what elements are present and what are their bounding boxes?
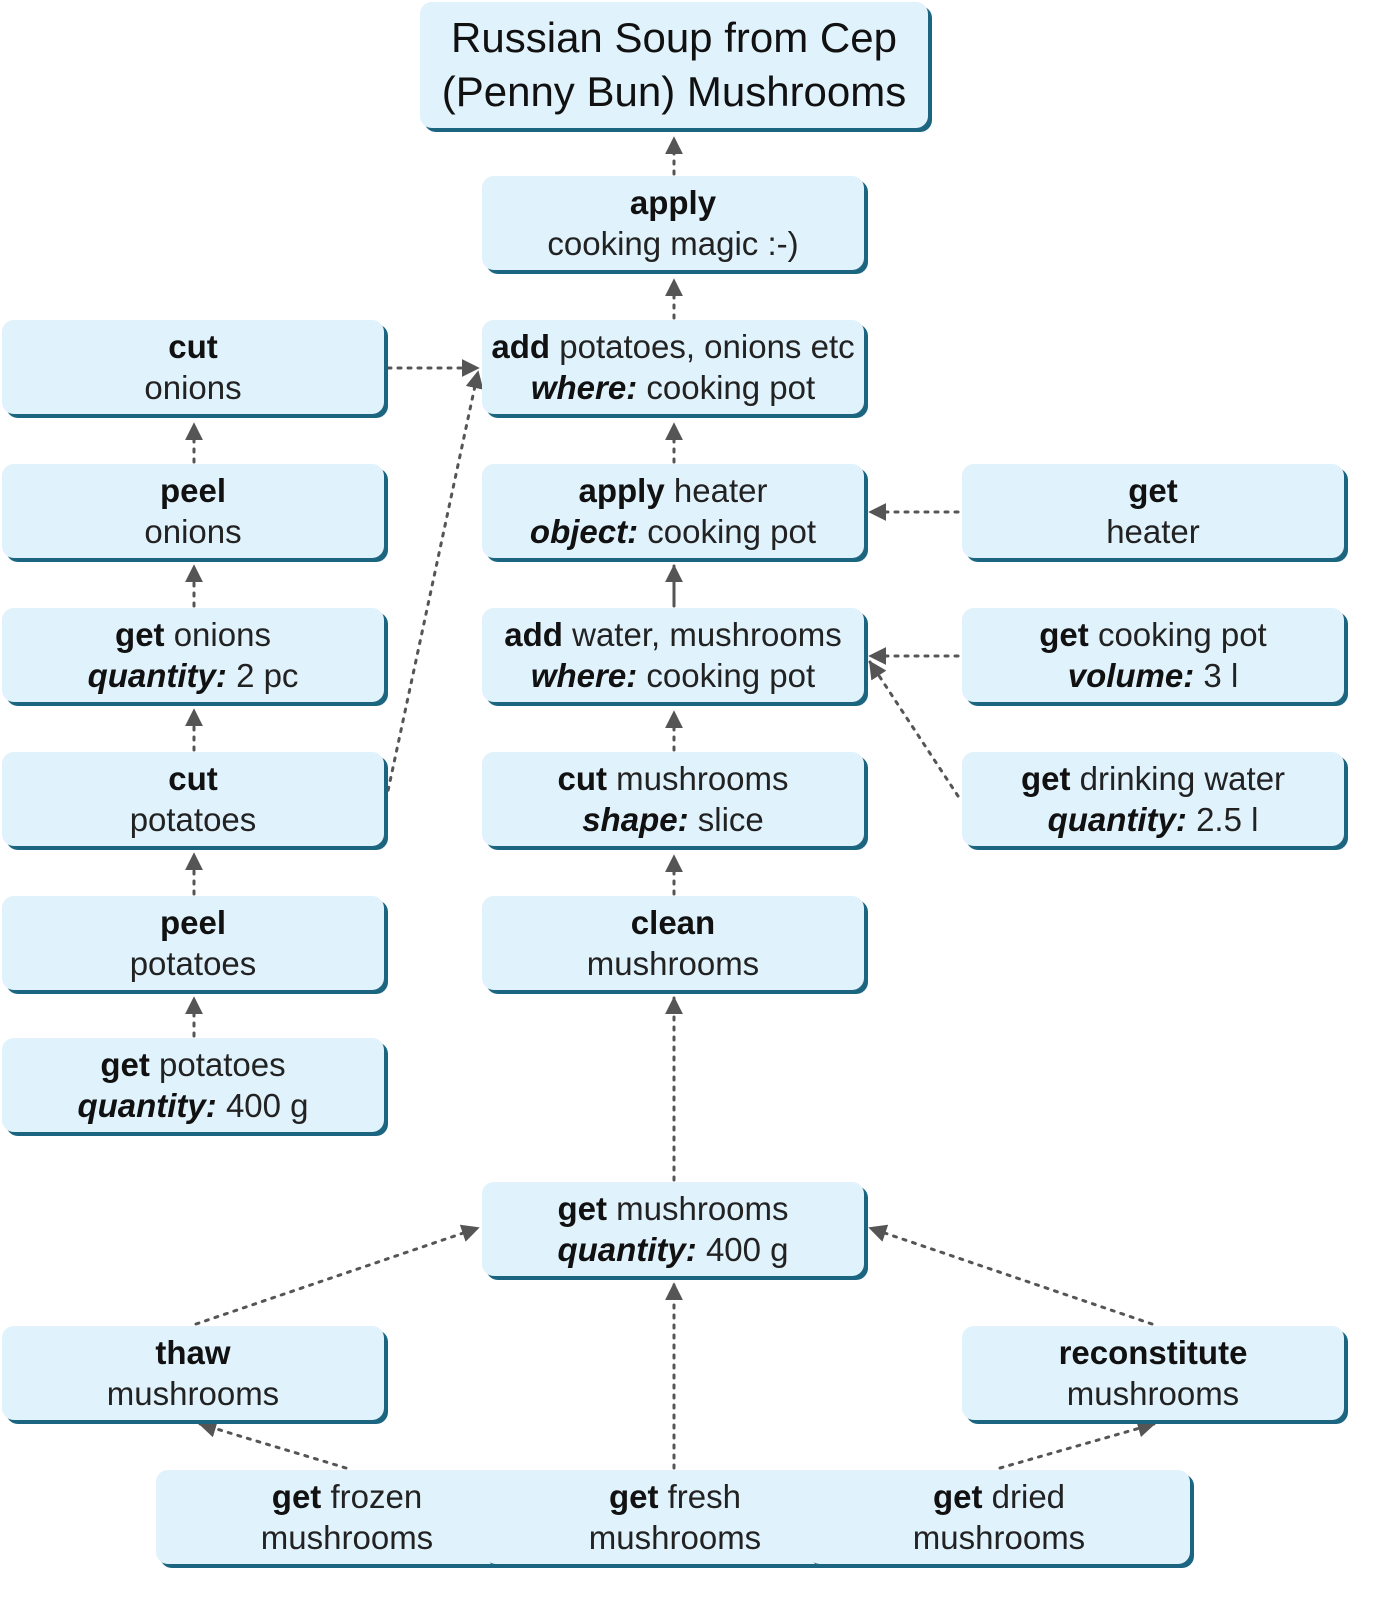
node-thaw[interactable]: thaw mushrooms bbox=[2, 1326, 384, 1420]
object: onions bbox=[144, 513, 242, 550]
object: water, mushrooms bbox=[572, 616, 842, 653]
verb: apply bbox=[629, 184, 717, 221]
node-peel-potatoes[interactable]: peel potatoes bbox=[2, 896, 384, 990]
node-get-dried[interactable]: get dried mushrooms bbox=[808, 1470, 1190, 1564]
object: mushrooms bbox=[616, 1190, 789, 1227]
node-add-potatoes[interactable]: add potatoes, onions etc where: cooking … bbox=[482, 320, 864, 414]
param-value: cooking pot bbox=[646, 657, 816, 694]
node-clean-mushrooms[interactable]: clean mushrooms bbox=[482, 896, 864, 990]
param-key: volume: bbox=[1067, 657, 1195, 694]
verb: add bbox=[504, 616, 563, 653]
node-add-water[interactable]: add water, mushrooms where: cooking pot bbox=[482, 608, 864, 702]
object: mushrooms bbox=[1066, 1375, 1240, 1412]
title-node: Russian Soup from Cep (Penny Bun) Mushro… bbox=[420, 2, 928, 128]
object: potatoes bbox=[159, 1046, 286, 1083]
param-key: quantity: bbox=[1047, 801, 1187, 838]
verb: get bbox=[608, 1478, 659, 1515]
object: cooking pot bbox=[1097, 616, 1267, 653]
param-value: slice bbox=[697, 801, 764, 838]
node-cut-onions[interactable]: cut onions bbox=[2, 320, 384, 414]
node-get-onions[interactable]: get onions quantity: 2 pc bbox=[2, 608, 384, 702]
param-key: shape: bbox=[582, 801, 689, 838]
edge-getwater-water bbox=[868, 660, 960, 798]
param-key: object: bbox=[529, 513, 639, 550]
node-reconstitute[interactable]: reconstitute mushrooms bbox=[962, 1326, 1344, 1420]
param-key: where: bbox=[530, 369, 638, 406]
object: potatoes bbox=[129, 801, 257, 838]
param-value: 3 l bbox=[1203, 657, 1239, 694]
object: cooking magic :-) bbox=[547, 225, 799, 262]
verb: peel bbox=[159, 472, 227, 509]
object-line2: mushrooms bbox=[912, 1519, 1086, 1556]
node-get-potatoes[interactable]: get potatoes quantity: 400 g bbox=[2, 1038, 384, 1132]
param-key: quantity: bbox=[77, 1087, 217, 1124]
object: drinking water bbox=[1079, 760, 1286, 797]
node-get-mushrooms[interactable]: get mushrooms quantity: 400 g bbox=[482, 1182, 864, 1276]
verb: thaw bbox=[155, 1334, 231, 1371]
object: potatoes, onions etc bbox=[559, 328, 855, 365]
verb: peel bbox=[159, 904, 227, 941]
title-line2: (Penny Bun) Mushrooms bbox=[441, 68, 907, 115]
verb: reconstitute bbox=[1058, 1334, 1248, 1371]
object: heater bbox=[1106, 513, 1200, 550]
object: potatoes bbox=[129, 945, 257, 982]
node-cut-potatoes[interactable]: cut potatoes bbox=[2, 752, 384, 846]
object: mushrooms bbox=[586, 945, 760, 982]
param-value: cooking pot bbox=[647, 513, 817, 550]
object: mushrooms bbox=[106, 1375, 280, 1412]
node-get-heater[interactable]: get heater bbox=[962, 464, 1344, 558]
verb: clean bbox=[630, 904, 716, 941]
object: fresh bbox=[667, 1478, 742, 1515]
node-get-pot[interactable]: get cooking pot volume: 3 l bbox=[962, 608, 1344, 702]
edge-thaw-getm bbox=[194, 1224, 480, 1326]
verb: get bbox=[271, 1478, 322, 1515]
param-value: 2 pc bbox=[236, 657, 299, 694]
edge-frozen-thaw bbox=[198, 1420, 348, 1470]
verb: get bbox=[932, 1478, 983, 1515]
param-value: cooking pot bbox=[646, 369, 816, 406]
verb: apply bbox=[578, 472, 665, 509]
verb: cut bbox=[168, 328, 218, 365]
edge-recon-getm bbox=[868, 1224, 1154, 1326]
edge-dried-recon bbox=[998, 1419, 1156, 1470]
object: onions bbox=[173, 616, 271, 653]
object-line2: mushrooms bbox=[588, 1519, 762, 1556]
verb: add bbox=[491, 328, 551, 365]
object: mushrooms bbox=[616, 760, 789, 797]
verb: get bbox=[1020, 760, 1071, 797]
edge-cutp-add bbox=[384, 370, 484, 802]
title-line1: Russian Soup from Cep bbox=[451, 14, 897, 61]
verb: get bbox=[100, 1046, 150, 1083]
object: dried bbox=[991, 1478, 1066, 1515]
node-get-water[interactable]: get drinking water quantity: 2.5 l bbox=[962, 752, 1344, 846]
param-value: 400 g bbox=[705, 1231, 789, 1268]
verb: get bbox=[115, 616, 165, 653]
verb: cut bbox=[168, 760, 218, 797]
param-key: quantity: bbox=[557, 1231, 697, 1268]
object: onions bbox=[144, 369, 242, 406]
object-line2: mushrooms bbox=[260, 1519, 434, 1556]
param-value: 2.5 l bbox=[1196, 801, 1259, 838]
verb: cut bbox=[557, 760, 607, 797]
param-value: 400 g bbox=[225, 1087, 309, 1124]
param-key: where: bbox=[530, 657, 638, 694]
node-cut-mushrooms[interactable]: cut mushrooms shape: slice bbox=[482, 752, 864, 846]
param-key: quantity: bbox=[87, 657, 227, 694]
node-peel-onions[interactable]: peel onions bbox=[2, 464, 384, 558]
verb: get bbox=[1128, 472, 1178, 509]
verb: get bbox=[557, 1190, 607, 1227]
node-apply-heater[interactable]: apply heater object: cooking pot bbox=[482, 464, 864, 558]
object: frozen bbox=[330, 1478, 423, 1515]
verb: get bbox=[1039, 616, 1089, 653]
node-apply-magic[interactable]: apply cooking magic :-) bbox=[482, 176, 864, 270]
object: heater bbox=[673, 472, 768, 509]
node-get-frozen[interactable]: get frozen mushrooms bbox=[156, 1470, 538, 1564]
